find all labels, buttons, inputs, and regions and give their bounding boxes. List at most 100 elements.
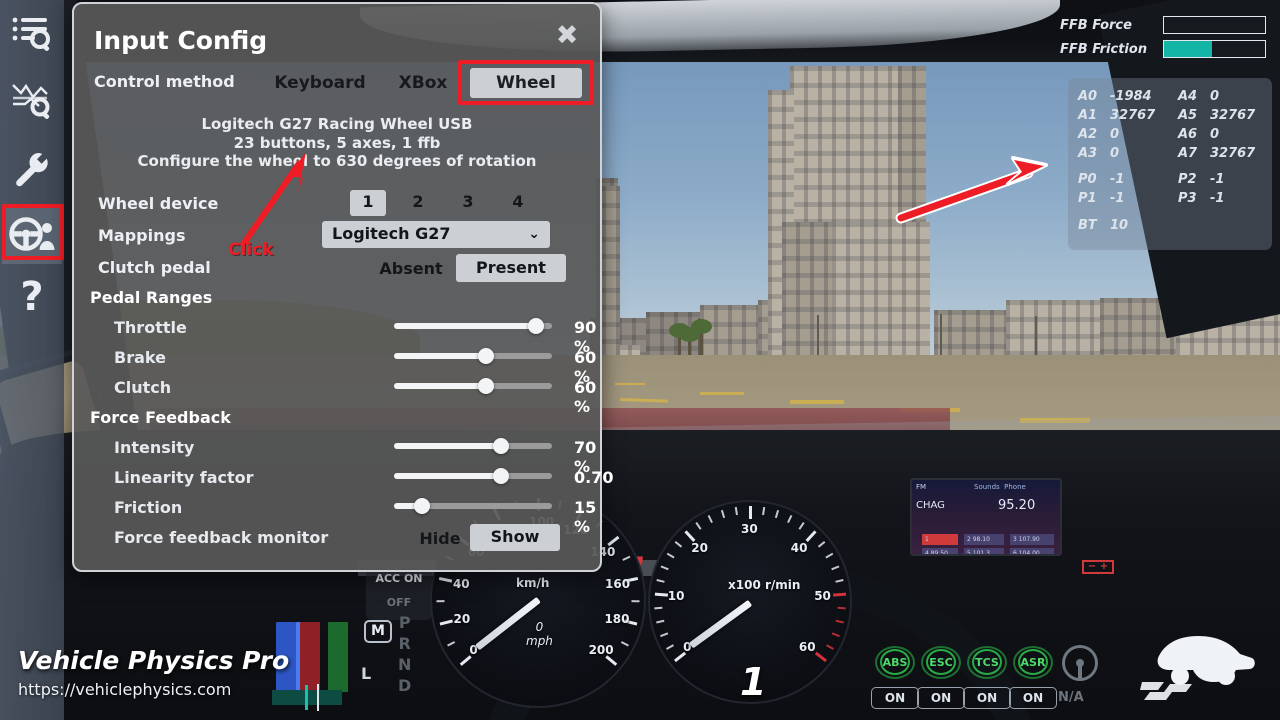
chevron-down-icon: ⌄	[528, 226, 540, 242]
brake-slider[interactable]	[394, 346, 552, 366]
radio-preset-1[interactable]: 1	[922, 534, 958, 545]
road-marking	[615, 383, 645, 385]
tab-xbox[interactable]: XBox	[384, 69, 462, 97]
ffb-monitor-hide-button[interactable]: Hide	[404, 527, 476, 552]
slider-knob[interactable]	[493, 438, 510, 454]
close-icon[interactable]: ✖	[548, 18, 586, 56]
abs-toggle[interactable]: ON	[871, 687, 919, 709]
axis-a5-key: A5	[1178, 108, 1198, 123]
tab-wheel[interactable]: Wheel	[470, 68, 582, 98]
radio-preset-2[interactable]: 2 98.10	[964, 534, 1004, 545]
friction-slider[interactable]	[394, 496, 552, 516]
tcs-toggle[interactable]: ON	[963, 687, 1011, 709]
tcs-telltale: TCS	[966, 645, 1008, 679]
infotainment-screen[interactable]: FM Sounds Phone CHAG 95.20 1 2 98.10 3 1…	[910, 478, 1062, 556]
gauge-tick-label: 10	[667, 589, 685, 604]
sidebar-item-list-inspector[interactable]	[2, 4, 62, 64]
wheel-device-1[interactable]: 1	[350, 190, 386, 216]
gauge-tick-label: 40	[452, 576, 470, 591]
gear-r: R	[398, 634, 411, 653]
gauge-unit-label: km/h	[516, 576, 550, 590]
acc-off-label: OFF	[386, 596, 412, 609]
low-gear-label: L	[361, 664, 372, 683]
sidebar-item-input-config[interactable]	[2, 204, 62, 264]
abs-telltale: ABS	[874, 645, 916, 679]
sidebar-item-help[interactable]: ?	[2, 268, 62, 328]
question-mark-icon: ?	[20, 277, 43, 319]
asr-toggle[interactable]: ON	[1009, 687, 1057, 709]
clutch-pedal-label: Clutch pedal	[98, 258, 211, 277]
slider-knob[interactable]	[477, 378, 494, 394]
clutch-present-button[interactable]: Present	[456, 254, 566, 282]
slider-fill	[394, 473, 502, 479]
intensity-label: Intensity	[114, 438, 195, 457]
esc-toggle[interactable]: ON	[917, 687, 965, 709]
ffb-friction-label: FFB Friction	[1060, 42, 1148, 57]
gear-n: N	[398, 655, 412, 674]
linearity-slider[interactable]	[394, 466, 552, 486]
ffb-friction-fill	[1164, 41, 1213, 57]
axis-a5-value: 32767	[1210, 108, 1256, 123]
axis-a4-value: 0	[1210, 89, 1220, 104]
steering-assist-icon	[1062, 645, 1098, 681]
radio-frequency: 95.20	[998, 498, 1036, 513]
wheel-device-4[interactable]: 4	[500, 190, 536, 216]
radio-preset-3[interactable]: 3 107.90	[1010, 534, 1054, 545]
axis-a2-value: 0	[1110, 127, 1120, 142]
ffb-monitor-show-button[interactable]: Show	[470, 524, 560, 551]
axis-a1-value: 32767	[1110, 108, 1156, 123]
branding: Vehicle Physics Pro https://vehiclephysi…	[0, 636, 340, 720]
axis-a3-key: A3	[1078, 146, 1098, 161]
radio-preset-6[interactable]: 6 104.00	[1010, 548, 1054, 554]
wheel-device-2[interactable]: 2	[400, 190, 436, 216]
gear-p: P	[398, 613, 411, 632]
esc-label: ESC	[929, 655, 953, 669]
product-url[interactable]: https://vehiclephysics.com	[18, 680, 231, 699]
sidebar-item-settings[interactable]	[2, 140, 62, 200]
radio-band: FM	[916, 483, 927, 491]
abs-label: ABS	[882, 655, 908, 669]
intensity-slider[interactable]	[394, 436, 552, 456]
sidebar-item-telemetry-graph[interactable]	[2, 70, 62, 130]
wheel-device-3[interactable]: 3	[450, 190, 486, 216]
steering-assist-state: N/A	[1058, 690, 1084, 705]
brake-label: Brake	[114, 348, 166, 367]
list-search-icon	[12, 17, 50, 51]
clutch-absent-button[interactable]: Absent	[364, 257, 458, 282]
linearity-value: 0.70	[574, 468, 614, 487]
asr-telltale: ASR	[1012, 645, 1054, 679]
buttons-key: BT	[1078, 218, 1097, 233]
gauge-unit-label: x100 r/min	[728, 578, 801, 592]
gauge-tick-label: 20	[691, 540, 708, 555]
road-marking	[790, 400, 844, 404]
chart-search-icon	[12, 83, 50, 119]
radio-preset-4[interactable]: 4 89.50	[922, 548, 958, 554]
wrench-icon	[16, 152, 48, 187]
mappings-select[interactable]: Logitech G27 ⌄	[322, 221, 550, 248]
steering-wheel-driver-icon	[9, 217, 55, 251]
vpp-logo	[1140, 636, 1255, 700]
pov-p2-value: -1	[1210, 172, 1225, 187]
clutch-value: 60 %	[574, 378, 597, 416]
dialog-title: Input Config	[94, 26, 268, 55]
gear-d: D	[398, 676, 412, 695]
trip-adjust-buttons[interactable]: − +	[1082, 560, 1114, 574]
throttle-slider[interactable]	[394, 316, 552, 336]
esc-telltale: ESC	[920, 645, 962, 679]
tab-keyboard[interactable]: Keyboard	[266, 69, 374, 97]
gauge-tick-label: 180	[604, 611, 630, 626]
gauge-tick-label: 160	[605, 576, 631, 591]
slider-knob[interactable]	[528, 318, 545, 334]
clutch-slider[interactable]	[394, 376, 552, 396]
slider-knob[interactable]	[477, 348, 494, 364]
friction-value: 15 %	[574, 498, 597, 536]
pedal-ranges-heading: Pedal Ranges	[90, 288, 213, 307]
slider-knob[interactable]	[493, 468, 510, 484]
axis-a7-value: 32767	[1210, 146, 1256, 161]
pov-p3-key: P3	[1178, 191, 1197, 206]
svg-text:?: ?	[20, 277, 43, 319]
slider-knob[interactable]	[414, 498, 431, 514]
slider-fill	[394, 383, 486, 389]
ffb-force-label: FFB Force	[1060, 18, 1132, 33]
radio-preset-5[interactable]: 5 101.3	[964, 548, 1004, 554]
